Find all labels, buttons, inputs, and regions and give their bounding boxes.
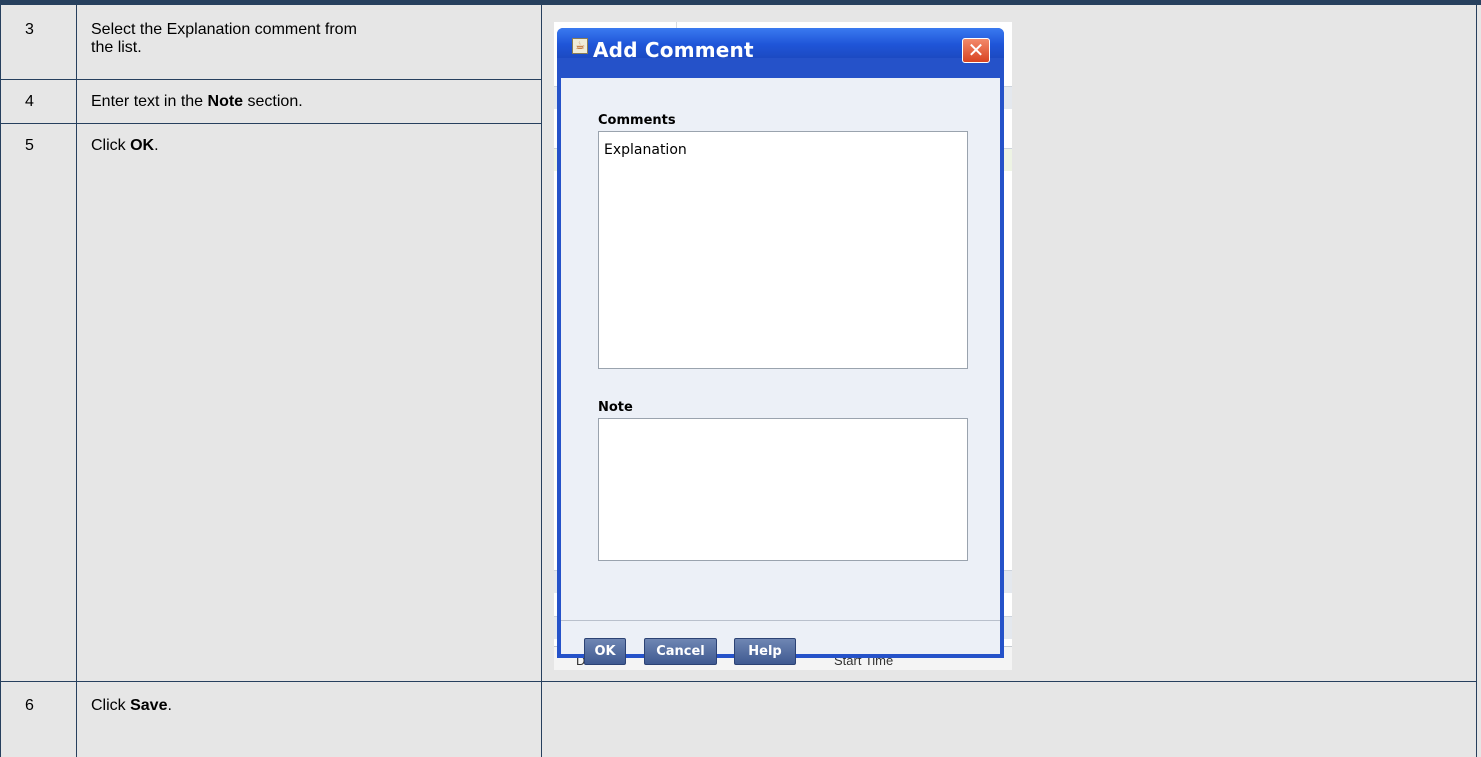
help-button[interactable]: Help [734, 638, 796, 665]
instruction-emphasis: OK [130, 137, 155, 154]
table-left-border [0, 0, 1, 757]
comments-label: Comments [598, 113, 676, 128]
column-divider-1 [76, 0, 77, 757]
step-number: 4 [25, 93, 34, 110]
list-item[interactable]: Explanation [604, 142, 687, 158]
add-comment-dialog: ☕ Add Comment ✕ Comments Explanation Not… [557, 28, 1004, 665]
column-divider-2 [541, 0, 542, 757]
instruction-emphasis: Save [130, 697, 168, 714]
step-number: 3 [25, 21, 34, 38]
instruction-text: . [154, 137, 159, 154]
instruction-text: section. [243, 93, 303, 110]
dialog-separator [561, 620, 1000, 621]
row-divider-5 [0, 681, 1477, 682]
step-number: 6 [25, 697, 34, 714]
step-instruction: Select the Explanation comment from the … [91, 21, 357, 57]
table-right-border [1476, 0, 1477, 757]
cancel-button[interactable]: Cancel [644, 638, 717, 665]
step-instruction: Click Save. [91, 697, 172, 715]
instruction-text: Click [91, 697, 131, 714]
close-icon[interactable]: ✕ [962, 38, 990, 63]
comments-list[interactable]: Explanation [598, 131, 968, 369]
step-instruction-line: Select the Explanation comment from [91, 21, 357, 38]
row-divider-4 [0, 123, 542, 124]
dialog-body: Comments Explanation Note OK Cancel Help [561, 78, 1000, 665]
dialog-titlebar[interactable]: ☕ Add Comment ✕ [557, 28, 1004, 63]
dialog-title: Add Comment [593, 38, 754, 62]
java-cup-icon: ☕ [572, 38, 588, 54]
instruction-text: Enter text in the [91, 93, 208, 110]
instruction-text: Click [91, 137, 131, 154]
note-label: Note [598, 400, 633, 415]
instruction-text: . [167, 697, 172, 714]
step-number: 5 [25, 137, 34, 154]
step-instruction-line: the list. [91, 39, 142, 56]
row-divider-3 [0, 79, 542, 80]
note-field[interactable] [598, 418, 968, 561]
ok-button[interactable]: OK [584, 638, 626, 665]
step-instruction: Enter text in the Note section. [91, 93, 303, 111]
instruction-emphasis: Note [207, 93, 244, 110]
step-instruction: Click OK. [91, 137, 159, 155]
table-header-bar [0, 0, 1481, 5]
